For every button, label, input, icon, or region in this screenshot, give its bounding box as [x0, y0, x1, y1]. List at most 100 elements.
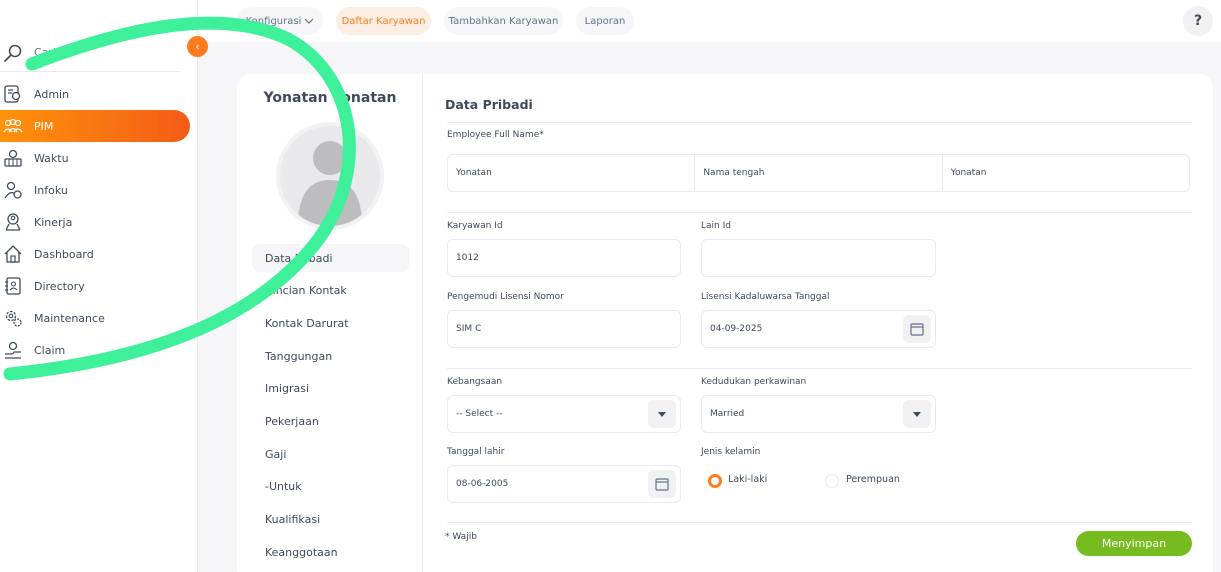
tab-laporan[interactable]: Laporan — [576, 7, 634, 35]
pim-icon — [3, 116, 23, 136]
sidebar-search[interactable]: Cari — [0, 34, 180, 72]
sidebar-item-dashboard[interactable]: Dashboard — [0, 238, 198, 270]
sidebar-menu: Admin PIM Waktu Infoku Kinerja Dashboard… — [0, 78, 198, 366]
profile-panel: Yonatan Yonatan Data Pribadi Rincian Kon… — [237, 74, 423, 572]
subnav-kualifikasi[interactable]: Kualifikasi — [252, 506, 409, 534]
caret-down-icon — [658, 412, 666, 417]
sidebar-item-label: Waktu — [34, 151, 69, 165]
nationality-value: -- Select -- — [456, 409, 503, 419]
employee-name: Yonatan Yonatan — [263, 90, 397, 106]
subnav-kontak-darurat[interactable]: Kontak Darurat — [252, 309, 409, 337]
nationality-select[interactable]: -- Select -- — [447, 395, 681, 433]
calendar-button[interactable] — [903, 315, 931, 343]
license-label: Pengemudi Lisensi Nomor — [447, 292, 564, 302]
subnav-data-pribadi[interactable]: Data Pribadi — [252, 244, 409, 272]
last-name-input[interactable]: Yonatan — [943, 155, 1189, 191]
sidebar-collapse-button[interactable]: ‹ — [187, 36, 208, 57]
tab-label: Konfigurasi — [245, 15, 302, 27]
myinfo-icon — [3, 180, 23, 200]
sidebar-item-directory[interactable]: Directory — [0, 270, 198, 302]
sidebar-item-label: Maintenance — [34, 311, 105, 325]
middle-name-input[interactable]: Nama tengah — [695, 155, 943, 191]
tab-label: Tambahkan Karyawan — [448, 15, 559, 27]
dob-label: Tanggal lahir — [447, 447, 505, 457]
other-id-input[interactable] — [701, 239, 936, 277]
subnav-rincian-kontak[interactable]: Rincian Kontak — [252, 277, 409, 305]
subnav-imigrasi[interactable]: Imigrasi — [252, 375, 409, 403]
search-icon — [4, 44, 22, 62]
gender-female-label: Perempuan — [846, 474, 900, 485]
sidebar-item-label: Dashboard — [34, 247, 94, 261]
sidebar-item-claim[interactable]: Claim — [0, 334, 198, 366]
tab-label: Laporan — [584, 15, 626, 27]
other-id-label: Lain Id — [701, 221, 731, 231]
help-button[interactable]: ? — [1183, 6, 1213, 36]
divider — [447, 368, 1192, 369]
sidebar-item-kinerja[interactable]: Kinerja — [0, 206, 198, 238]
sidebar-search-label: Cari — [34, 46, 56, 59]
sidebar-item-admin[interactable]: Admin — [0, 78, 198, 110]
sidebar-item-pim[interactable]: PIM — [0, 110, 190, 142]
gender-female-radio[interactable] — [825, 474, 839, 488]
sidebar-item-label: Infoku — [34, 183, 68, 197]
tab-daftar-karyawan[interactable]: Daftar Karyawan — [336, 7, 431, 35]
sidebar-item-label: Claim — [34, 343, 66, 357]
save-button[interactable]: Menyimpan — [1076, 531, 1192, 556]
maintenance-icon — [3, 308, 23, 328]
home-icon — [3, 244, 23, 264]
license-expiry-input[interactable]: 04-09-2025 — [701, 310, 936, 348]
employee-id-label: Karyawan Id — [447, 221, 503, 231]
license-expiry-label: Lisensi Kadaluwarsa Tanggal — [701, 292, 830, 302]
dob-input[interactable]: 08-06-2005 — [447, 465, 681, 503]
license-input[interactable]: SIM C — [447, 310, 681, 348]
tab-label: Daftar Karyawan — [341, 15, 426, 27]
subnav-pekerjaan[interactable]: Pekerjaan — [252, 407, 409, 435]
employee-details-card: Yonatan Yonatan Data Pribadi Rincian Kon… — [237, 74, 1213, 572]
calendar-icon — [655, 478, 669, 491]
required-note: * Wajib — [445, 532, 477, 542]
chevron-down-icon — [304, 18, 314, 24]
tab-tambahkan-karyawan[interactable]: Tambahkan Karyawan — [444, 7, 563, 35]
directory-icon — [3, 276, 23, 296]
subnav-untuk[interactable]: -Untuk — [252, 473, 409, 501]
time-icon — [3, 148, 23, 168]
calendar-button[interactable] — [648, 470, 676, 498]
default-avatar-icon — [298, 141, 362, 226]
marital-status-value: Married — [710, 409, 745, 419]
divider — [447, 212, 1192, 213]
sidebar-item-waktu[interactable]: Waktu — [0, 142, 198, 174]
marital-status-label: Kedudukan perkawinan — [701, 377, 807, 387]
profile-subnav: Data Pribadi Rincian Kontak Kontak Darur… — [252, 244, 409, 571]
marital-status-select[interactable]: Married — [701, 395, 936, 433]
calendar-icon — [910, 323, 924, 336]
performance-icon — [3, 212, 23, 232]
claim-icon — [3, 340, 23, 360]
divider — [447, 522, 1192, 523]
dob-value: 08-06-2005 — [456, 479, 509, 489]
dropdown-button[interactable] — [903, 400, 931, 428]
gender-label: Jenis kelamin — [701, 447, 761, 457]
admin-icon — [3, 84, 23, 104]
avatar[interactable] — [280, 126, 380, 226]
sidebar: Cari Admin PIM Waktu Infoku Kinerja Dash… — [0, 0, 198, 572]
dropdown-button[interactable] — [648, 400, 676, 428]
top-navigation: Konfigurasi Daftar Karyawan Tambahkan Ka… — [198, 0, 1221, 42]
sidebar-item-infoku[interactable]: Infoku — [0, 174, 198, 206]
divider — [447, 122, 1192, 123]
employee-id-input[interactable]: 1012 — [447, 239, 681, 277]
tab-konfigurasi[interactable]: Konfigurasi — [237, 7, 323, 35]
sidebar-item-maintenance[interactable]: Maintenance — [0, 302, 198, 334]
caret-down-icon — [913, 412, 921, 417]
sidebar-item-label: PIM — [34, 119, 54, 133]
subnav-gaji[interactable]: Gaji — [252, 440, 409, 468]
subnav-tanggungan[interactable]: Tanggungan — [252, 342, 409, 370]
full-name-fields: Yonatan Nama tengah Yonatan — [447, 154, 1190, 192]
subnav-keanggotaan[interactable]: Keanggotaan — [252, 538, 409, 566]
sidebar-item-label: Directory — [34, 279, 85, 293]
gender-male-radio[interactable] — [708, 474, 722, 488]
section-title: Data Pribadi — [445, 97, 533, 112]
license-expiry-value: 04-09-2025 — [710, 324, 763, 334]
gender-male-label: Laki-laki — [728, 474, 768, 485]
first-name-input[interactable]: Yonatan — [448, 155, 696, 191]
full-name-label: Employee Full Name* — [447, 130, 544, 140]
